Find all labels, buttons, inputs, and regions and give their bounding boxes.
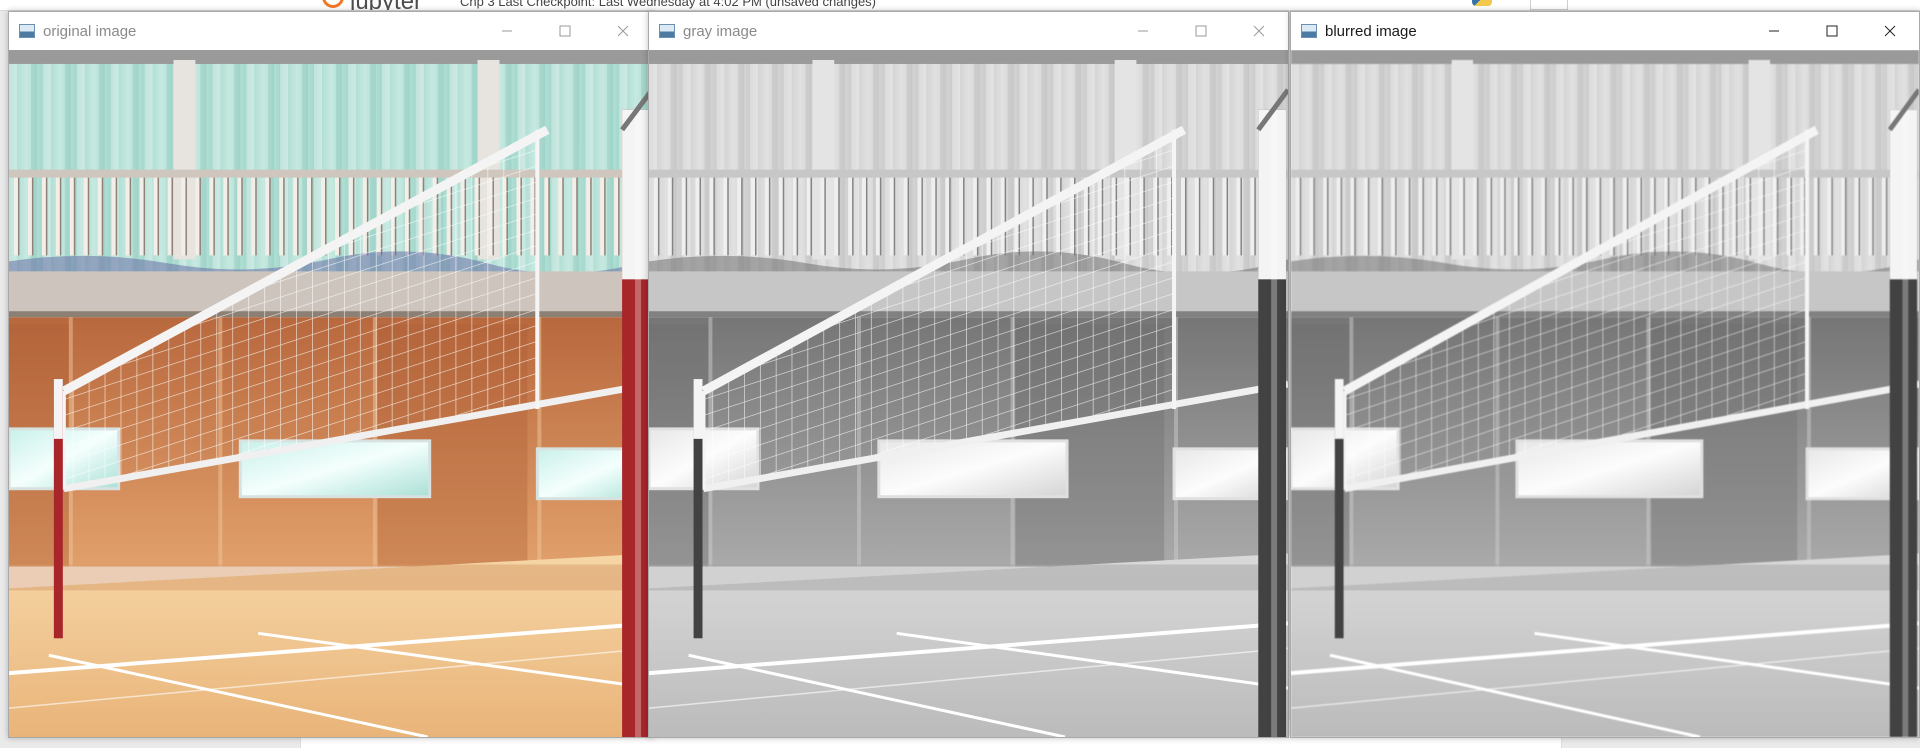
minimize-icon: [502, 30, 512, 32]
gray-image-window[interactable]: gray image: [648, 11, 1289, 738]
image-viewport: [1291, 50, 1919, 737]
window-titlebar[interactable]: blurred image: [1291, 12, 1919, 50]
close-button[interactable]: [1230, 12, 1288, 50]
maximize-button[interactable]: [1803, 12, 1861, 50]
window-title: gray image: [683, 22, 758, 40]
maximize-icon: [1826, 25, 1838, 37]
maximize-icon: [559, 25, 571, 37]
notebook-title[interactable]: Chp 3 Last Checkpoint: Last Wednesday at…: [460, 0, 876, 9]
minimize-button[interactable]: [1745, 12, 1803, 50]
jupyter-logo-icon: [322, 0, 344, 8]
close-icon: [1884, 25, 1896, 37]
window-title: original image: [43, 22, 137, 40]
blurred-image-window[interactable]: blurred image: [1290, 11, 1920, 738]
jupyter-wordmark[interactable]: jupyter: [350, 0, 422, 10]
close-button[interactable]: [594, 12, 652, 50]
close-icon: [617, 25, 629, 37]
minimize-icon: [1769, 30, 1779, 32]
window-titlebar[interactable]: original image: [9, 12, 652, 50]
maximize-icon: [1195, 25, 1207, 37]
minimize-button[interactable]: [1114, 12, 1172, 50]
python-kernel-icon: [1472, 0, 1492, 6]
image-viewport: [9, 50, 652, 737]
app-window-icon: [659, 24, 675, 38]
window-titlebar[interactable]: gray image: [649, 12, 1288, 50]
close-button[interactable]: [1861, 12, 1919, 50]
original-image-window[interactable]: original image: [8, 11, 653, 738]
app-window-icon: [1301, 24, 1317, 38]
notebook-header: jupyter Chp 3 Last Checkpoint: Last Wedn…: [0, 0, 1920, 11]
maximize-button[interactable]: [536, 12, 594, 50]
volleyball-court-image-gray: [649, 50, 1288, 737]
window-title: blurred image: [1325, 22, 1417, 40]
volleyball-court-image-blurred: [1291, 50, 1919, 737]
app-window-icon: [19, 24, 35, 38]
logout-button[interactable]: [1530, 0, 1568, 10]
minimize-icon: [1138, 30, 1148, 32]
maximize-button[interactable]: [1172, 12, 1230, 50]
close-icon: [1253, 25, 1265, 37]
volleyball-court-image: [9, 50, 652, 737]
image-viewport: [649, 50, 1288, 737]
minimize-button[interactable]: [478, 12, 536, 50]
